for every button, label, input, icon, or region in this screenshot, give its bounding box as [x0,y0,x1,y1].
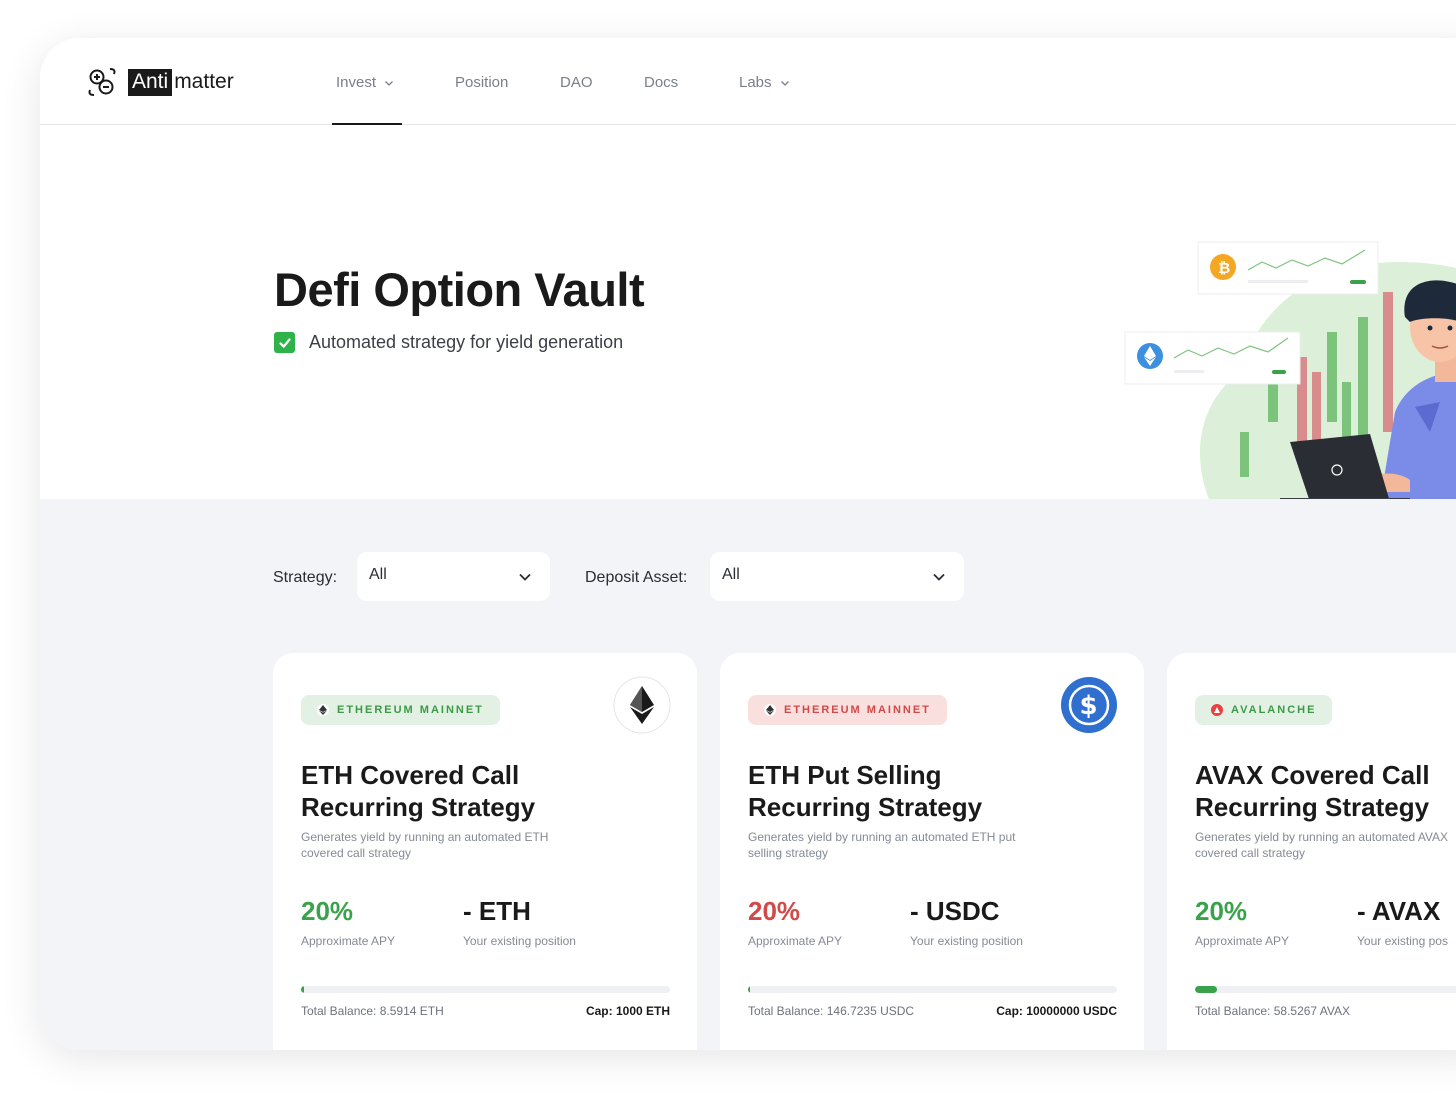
nav-item-dao[interactable]: DAO [560,74,593,91]
network-badge-label: ETHEREUM MAINNET [337,704,484,716]
total-balance: Total Balance: 58.5267 AVAX [1195,1004,1350,1018]
capacity-progress-fill [748,986,750,993]
position-label: Your existing position [910,934,1023,948]
nav-item-label: Docs [644,74,679,91]
svg-text:₿: ₿ [1218,259,1230,277]
strategy-select-value: All [369,566,387,583]
apy-value: 20% [301,896,354,926]
bitcoin-price-card: ₿ [1197,241,1379,295]
position-label: Your existing position [463,934,576,948]
strategy-select[interactable]: All [357,552,550,601]
strategy-filter-label: Strategy: [273,569,338,586]
vault-title-line: Recurring Strategy [748,792,983,822]
hero-section: Defi Option Vault Automated strategy for… [40,126,1456,502]
top-navbar: Anti matter Invest Position DAO Docs Lab… [40,38,1456,125]
nav-item-position[interactable]: Position [455,74,508,91]
vault-title: ETH Put Selling Recurring Strategy [748,759,1128,823]
checkmark-icon [274,332,295,353]
position-value: - AVAX [1357,896,1441,926]
capacity-progress-fill [301,986,305,993]
capacity-progress-bar [301,986,670,993]
vault-list-section: Strategy: All Deposit Asset: All ETHEREU… [40,499,1456,1050]
vault-title-line: ETH Covered Call [301,760,520,790]
vault-cap: Cap: 10000000 USDC [996,1004,1117,1018]
nav-item-label: Labs [739,74,772,91]
vault-card-avax-covered-call[interactable]: AVALANCHE AVAX Covered Call Recurring St… [1167,653,1456,1050]
total-balance: Total Balance: 146.7235 USDC [748,1004,915,1018]
deposit-asset-select-value: All [722,566,740,583]
chevron-down-icon [780,80,789,86]
total-balance: Total Balance: 8.5914 ETH [301,1004,444,1018]
hero-illustration: ₿ [1124,241,1456,502]
logo-text-matter: matter [174,70,234,93]
nav-item-labs[interactable]: Labs [739,74,790,91]
vault-description: Generates yield by running an automated … [301,830,549,860]
nav-item-invest[interactable]: Invest [336,74,394,91]
chevron-down-icon [933,573,945,581]
ethereum-icon [317,704,329,716]
vault-card-eth-put-selling[interactable]: ETHEREUM MAINNET $ ETH Put Selling Recur… [720,653,1144,1050]
deposit-asset-select[interactable]: All [710,552,964,601]
deposit-asset-filter-label: Deposit Asset: [585,569,688,586]
apy-label: Approximate APY [1195,934,1290,948]
vault-title: ETH Covered Call Recurring Strategy [301,759,681,823]
page-title: Defi Option Vault [274,263,645,316]
ethereum-coin-icon [613,676,671,734]
chevron-down-icon [385,80,393,86]
nav-item-label: DAO [560,74,593,91]
vault-description: Generates yield by running an automated … [1195,830,1449,860]
vault-title-line: ETH Put Selling [748,760,942,790]
network-badge: ETHEREUM MAINNET [748,695,947,725]
nav-item-label: Position [455,74,509,91]
chevron-down-icon [519,573,531,581]
network-badge: ETHEREUM MAINNET [301,695,500,725]
apy-value: 20% [1195,896,1248,926]
apy-label: Approximate APY [748,934,843,948]
antimatter-logo[interactable]: Anti matter [86,66,234,98]
vault-description: Generates yield by running an automated … [748,830,1016,860]
apy-label: Approximate APY [301,934,396,948]
usdc-coin-icon: $ [1061,677,1117,733]
network-badge: AVALANCHE [1195,695,1333,725]
vault-title-line: Recurring Strategy [301,792,536,822]
hero-subtitle: Automated strategy for yield generation [274,332,623,353]
position-value: - USDC [910,896,1000,926]
active-nav-indicator [332,123,402,125]
vault-title-line: Recurring Strategy [1195,792,1430,822]
app-window: Anti matter Invest Position DAO Docs Lab… [40,38,1456,1050]
position-label: Your existing pos [1357,934,1448,948]
apy-value: 20% [748,896,801,926]
vault-card-eth-covered-call[interactable]: ETHEREUM MAINNET ETH Covered Call Recurr… [273,653,697,1050]
ethereum-price-card [1124,331,1301,385]
network-badge-label: ETHEREUM MAINNET [784,704,931,716]
antimatter-logo-icon [88,68,116,96]
vault-title-line: AVAX Covered Call [1195,760,1430,790]
avalanche-icon [1211,704,1223,716]
vault-cap: Cap: 1000 ETH [585,1004,670,1018]
vault-title: AVAX Covered Call Recurring Strategy [1195,759,1456,823]
capacity-progress-fill [1195,986,1218,993]
capacity-progress-bar [1195,986,1456,993]
hero-subtitle-text: Automated strategy for yield generation [309,332,624,352]
logo-text-anti: Anti [128,68,173,96]
network-badge-label: AVALANCHE [1231,704,1317,716]
position-value: - ETH [463,896,531,926]
svg-text:$: $ [1080,691,1098,721]
nav-item-docs[interactable]: Docs [644,74,678,91]
nav-item-label: Invest [336,74,377,91]
capacity-progress-bar [748,986,1117,993]
ethereum-icon [764,704,776,716]
